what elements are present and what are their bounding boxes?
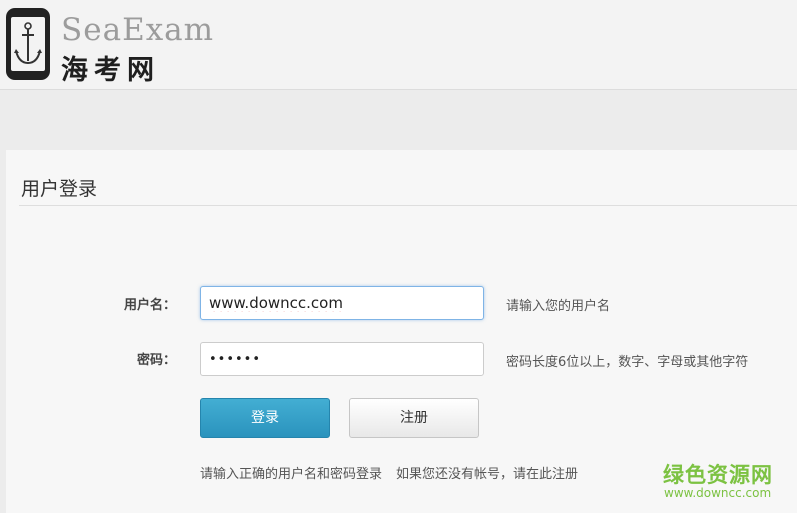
login-footer: 请输入正确的用户名和密码登录 如果您还没有帐号，请在此注册	[200, 463, 578, 482]
username-hint: 请输入您的用户名	[506, 299, 611, 314]
watermark-cn: 绿色资源网	[663, 463, 773, 487]
username-label: 用户名：	[123, 298, 176, 313]
logo-text-cn: 海考网	[61, 55, 160, 86]
anchor-icon	[14, 22, 42, 65]
login-button[interactable]: 登录	[200, 398, 330, 438]
title-divider	[19, 205, 797, 206]
watermark-url: www.downcc.com	[664, 486, 772, 500]
username-input[interactable]	[200, 286, 484, 320]
password-label: 密码：	[136, 353, 176, 368]
register-link[interactable]: 如果您还没有帐号，请在此注册	[396, 467, 578, 482]
password-input[interactable]	[200, 342, 484, 376]
page-title: 用户登录	[21, 178, 98, 200]
password-hint: 密码长度6位以上，数字、字母或其他字符	[506, 355, 749, 370]
logo-phone-icon[interactable]	[6, 8, 50, 80]
register-button[interactable]: 注册	[349, 398, 479, 438]
site-header: SeaExam 海考网	[0, 0, 797, 90]
logo-text-en: SeaExam	[61, 12, 215, 48]
footer-note: 请输入正确的用户名和密码登录	[200, 467, 383, 482]
